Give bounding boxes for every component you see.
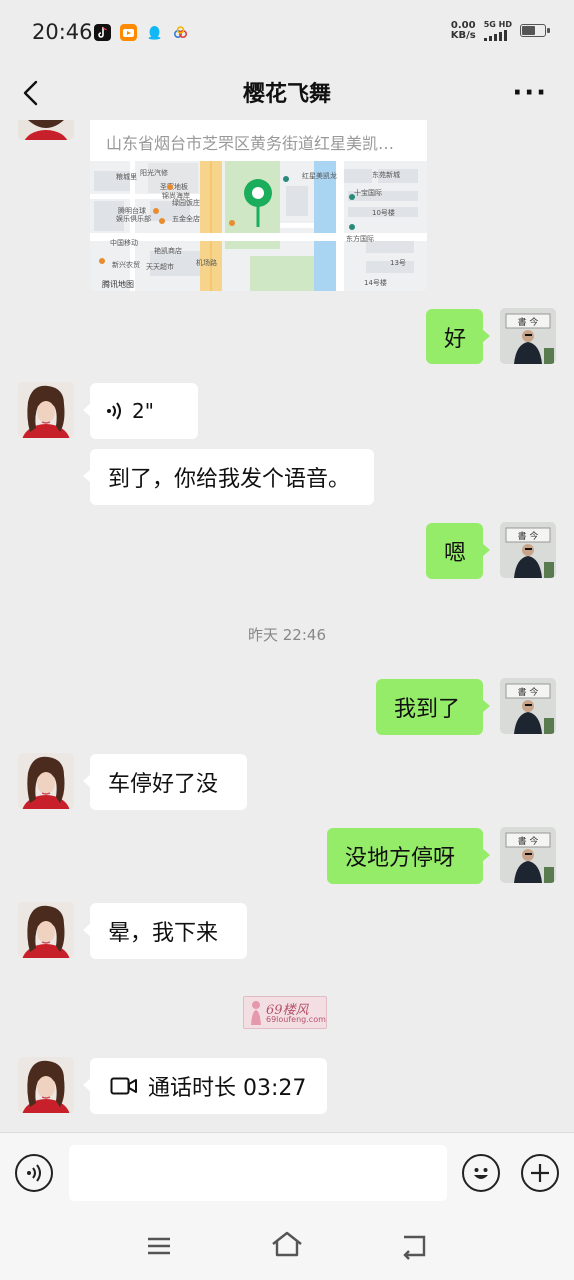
status-time: 20:46 [32,20,93,44]
video-camera-icon [110,1077,137,1095]
svg-text:新兴农贸: 新兴农贸 [112,260,140,269]
svg-text:五金全店: 五金全店 [172,214,200,223]
voice-wave-icon [107,402,121,420]
svg-text:書 今: 書 今 [518,835,539,847]
notification-icons [94,24,189,41]
voice-toggle-icon [27,1164,41,1182]
svg-text:粮城里: 粮城里 [116,172,137,181]
plus-icon [531,1164,549,1182]
svg-text:东方国际: 东方国际 [346,234,374,243]
svg-text:13号: 13号 [390,259,406,267]
call-duration-text: 通话时长 03:27 [148,1076,307,1101]
signal-block: 5G HD [483,20,512,41]
message-text: 我到了 [394,697,461,722]
watermark-url: 69loufeng.com [266,1015,326,1024]
outgoing-message[interactable]: 好 [426,309,490,364]
incoming-message[interactable]: 车停好了没 [83,754,247,810]
map-image: 粮城里 阳光汽修 圣家地板 锦尚海岸 腾明台球 娱乐俱乐部 绿园饭庄 五金全店 … [90,161,427,291]
home-icon [272,1231,302,1257]
network-type: 5G HD [483,20,512,29]
svg-text:红星美凯龙: 红星美凯龙 [302,171,337,180]
my-avatar[interactable]: 書 今 [500,678,556,734]
system-back-button[interactable] [400,1232,430,1260]
watermark-figure-icon [251,1001,261,1025]
cloud-app-icon [172,24,189,41]
battery-icon [520,24,550,37]
status-bar: 20:46 0.00 KB/s 5G HD [0,0,574,66]
contact-avatar[interactable] [18,382,74,438]
home-button[interactable] [270,1230,304,1260]
message-text: 没地方停呀 [345,846,456,871]
recent-apps-button[interactable] [145,1234,173,1258]
my-avatar[interactable]: 書 今 [500,522,556,578]
network-speed: 0.00 KB/s [450,19,476,41]
video-call-message[interactable]: 通话时长 03:27 [83,1058,327,1114]
message-text: 嗯 [444,541,467,566]
incoming-message[interactable]: 到了，你给我发个语音。 [83,449,374,505]
svg-text:14号楼: 14号楼 [364,278,387,287]
svg-text:机场路: 机场路 [196,258,217,267]
outgoing-message[interactable]: 没地方停呀 [327,828,490,884]
svg-text:十宝国际: 十宝国际 [354,188,382,197]
svg-text:阳光汽修: 阳光汽修 [140,168,168,177]
more-options-button[interactable]: ··· [512,78,548,108]
tiktok-icon [94,24,111,41]
qq-icon [146,24,163,41]
message-text: 到了，你给我发个语音。 [108,467,351,492]
chat-header: 樱花飞舞 ··· [0,66,574,120]
contact-avatar[interactable] [18,120,74,140]
location-message[interactable]: 山东省烟台市芝罘区黄务街道红星美凯… 粮城里 阳光汽修 圣家地板 锦尚海岸 腾明… [90,120,427,291]
more-functions-button[interactable] [521,1154,559,1192]
svg-text:書 今: 書 今 [518,530,539,542]
message-text: 车停好了没 [108,772,219,797]
svg-text:东苑新城: 东苑新城 [372,170,400,179]
signal-icon [483,29,507,41]
chat-title: 樱花飞舞 [242,82,331,107]
message-text: 晕，我下来 [108,921,219,946]
location-map[interactable]: 粮城里 阳光汽修 圣家地板 锦尚海岸 腾明台球 娱乐俱乐部 绿园饭庄 五金全店 … [90,161,427,291]
my-avatar[interactable]: 書 今 [500,308,556,364]
svg-text:腾明台球: 腾明台球 [118,206,146,215]
emoji-icon [474,1168,488,1179]
contact-avatar[interactable] [18,753,74,809]
watermark: 69楼风 69loufeng.com [243,996,327,1029]
network-speed-unit: KB/s [450,29,476,41]
location-address: 山东省烟台市芝罘区黄务街道红星美凯… [106,134,395,153]
menu-icon [148,1237,170,1255]
video-app-icon [120,24,137,41]
svg-text:書 今: 書 今 [518,686,539,698]
svg-text:圣家地板: 圣家地板 [160,182,188,191]
voice-duration: 2" [132,399,154,423]
network-speed-value: 0.00 [450,19,476,31]
svg-text:10号楼: 10号楼 [372,208,395,217]
message-text: 好 [444,326,467,352]
message-input[interactable] [69,1145,447,1201]
svg-text:書 今: 書 今 [518,316,539,328]
emoji-button[interactable] [462,1154,500,1192]
outgoing-message[interactable]: 我到了 [376,679,490,735]
svg-text:中国移动: 中国移动 [110,238,138,247]
svg-text:腾讯地图: 腾讯地图 [102,279,134,289]
svg-text:艳凯商店: 艳凯商店 [154,246,182,255]
svg-text:绿园饭庄: 绿园饭庄 [172,198,200,207]
my-avatar[interactable]: 書 今 [500,827,556,883]
status-right: 0.00 KB/s 5G HD [450,19,550,41]
incoming-message[interactable]: 晕，我下来 [83,903,247,959]
contact-avatar[interactable] [18,1057,74,1113]
outgoing-message[interactable]: 嗯 [426,523,490,579]
voice-message[interactable]: 2" [83,383,198,439]
svg-text:娱乐俱乐部: 娱乐俱乐部 [116,214,151,223]
voice-input-button[interactable] [15,1154,53,1192]
svg-text:天天超市: 天天超市 [146,262,174,271]
input-bar [0,1132,574,1217]
return-icon [403,1235,426,1260]
contact-avatar[interactable] [18,902,74,958]
message-timestamp: 昨天 22:46 [248,626,326,644]
system-navigation-bar [0,1216,574,1280]
